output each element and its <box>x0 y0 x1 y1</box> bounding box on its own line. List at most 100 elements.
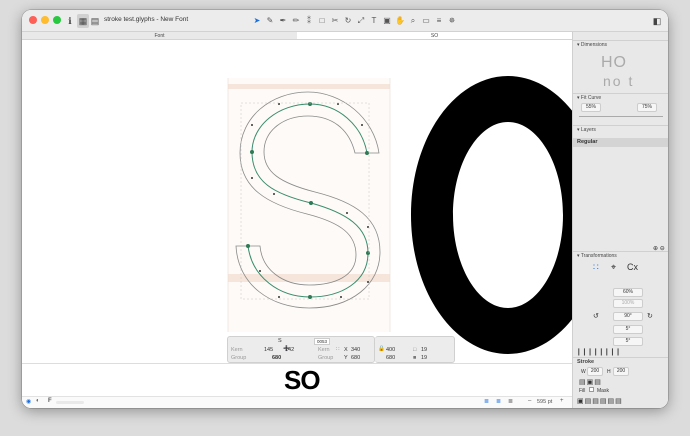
node[interactable] <box>246 244 250 248</box>
zoom-tool-icon[interactable]: ⌕ <box>408 13 418 28</box>
handle[interactable] <box>278 296 280 298</box>
zoom-level[interactable]: 595 pt <box>537 399 552 405</box>
x-field[interactable]: 340 <box>351 347 360 353</box>
y-field[interactable]: 680 <box>351 355 360 361</box>
hand-tool-icon[interactable]: ✋ <box>395 13 405 28</box>
anchor-grid-icon[interactable]: ∷ <box>336 347 340 353</box>
handle[interactable] <box>251 177 253 179</box>
plugin-tool-icon[interactable]: ✵ <box>447 13 457 28</box>
align-center-icon[interactable]: ≣ <box>496 398 501 405</box>
select-tool-icon[interactable]: ➤ <box>252 13 262 28</box>
transformations-section: ▾ Transformations ∷ ⌖ Cx 60% 100% 90° 5°… <box>573 251 668 357</box>
unicode-field[interactable]: 0053 <box>314 338 331 345</box>
transform-origin-icon[interactable]: ∷ <box>593 262 599 273</box>
annotation-tool-icon[interactable]: ≡ <box>434 13 444 28</box>
mask-label[interactable]: Mask <box>597 388 609 394</box>
tab-bar: Font SO <box>22 32 572 40</box>
h-field[interactable]: 680 <box>386 355 395 361</box>
node[interactable] <box>309 201 313 205</box>
close-window-button[interactable] <box>29 16 37 24</box>
rotate-right-icon[interactable]: ↻ <box>647 312 653 320</box>
grid-view-icon[interactable]: ▦ <box>77 14 89 28</box>
pen-tool-icon[interactable]: ✒ <box>278 13 288 28</box>
node[interactable] <box>308 102 312 106</box>
kern-label-right: Kern <box>318 347 330 353</box>
rotate-left-icon[interactable]: ↺ <box>593 312 599 320</box>
node[interactable] <box>250 150 254 154</box>
y-label: Y <box>344 355 348 361</box>
handle[interactable] <box>251 124 253 126</box>
glyph-name-label[interactable]: S <box>278 338 282 344</box>
glyph-info-box-right: 🔒 400 680 □ 19 ■ 19 <box>375 336 455 363</box>
handle[interactable] <box>259 270 261 272</box>
node[interactable] <box>365 151 369 155</box>
status-bar: ◉ ◐ F ≣ ≣ ≣ – 595 pt + <box>22 396 572 408</box>
rotate-tool-icon[interactable]: ↻ <box>343 13 353 28</box>
edit-canvas[interactable] <box>22 40 572 362</box>
handle[interactable] <box>361 124 363 126</box>
handle[interactable] <box>278 103 280 105</box>
align-right-icon[interactable]: ≣ <box>508 398 513 405</box>
align-left-icon[interactable]: ≣ <box>484 398 489 405</box>
sidebar-toggle-icon[interactable]: ◧ <box>652 14 662 28</box>
handle[interactable] <box>367 281 369 283</box>
fit-curve-slider[interactable] <box>579 116 663 117</box>
lock-icon[interactable]: 🔒 <box>378 346 385 352</box>
scale-field-2[interactable]: 100% <box>613 299 643 308</box>
fill-checkbox[interactable] <box>589 387 594 392</box>
contrast-icon[interactable]: ◐ <box>36 398 40 404</box>
zoom-window-button[interactable] <box>53 16 61 24</box>
panel-bottom-buttons[interactable]: ▣▤▤▤▤▤ <box>577 397 623 405</box>
handle[interactable] <box>340 296 342 298</box>
fill-label[interactable]: Fill <box>579 388 585 394</box>
pencil-tool-icon[interactable]: ✏ <box>291 13 301 28</box>
box-field-2[interactable]: 19 <box>421 355 427 361</box>
box-icon-2: ■ <box>413 355 417 361</box>
crosshair-icon[interactable]: ⌖ <box>611 262 616 273</box>
zoom-in-button[interactable]: + <box>560 398 564 404</box>
draw-tool-icon[interactable]: ✎ <box>265 13 275 28</box>
brush-tool-icon[interactable]: ⁑ <box>304 13 314 28</box>
minimize-window-button[interactable] <box>41 16 49 24</box>
box-field-1[interactable]: 19 <box>421 347 427 353</box>
knife-tool-icon[interactable]: ✂ <box>330 13 340 28</box>
cx-icon[interactable]: Cx <box>627 262 638 272</box>
font-label[interactable]: F <box>48 398 52 404</box>
box-icon-1: □ <box>413 347 417 353</box>
image-tool-icon[interactable]: ▣ <box>382 13 392 28</box>
text-tool-icon[interactable]: T <box>369 13 379 28</box>
slant-field-2[interactable]: 5° <box>613 337 643 346</box>
scale-field[interactable]: 60% <box>613 288 643 297</box>
fit-curve-right-field[interactable]: 75% <box>637 103 657 112</box>
tab-so[interactable]: SO <box>297 32 572 39</box>
toolbar-tools: ➤ ✎ ✒ ✏ ⁑ □ ✂ ↻ ⤢ T ▣ ✋ ⌕ ▭ ≡ ✵ <box>252 13 457 28</box>
stroke-width-field[interactable]: 200 <box>587 367 603 376</box>
handle[interactable] <box>337 103 339 105</box>
fit-curve-left-field[interactable]: 55% <box>581 103 601 112</box>
layer-row-regular[interactable]: Regular <box>573 138 668 147</box>
width-field[interactable]: 680 <box>272 355 281 361</box>
rectangle-tool-icon[interactable]: □ <box>317 13 327 28</box>
w-field[interactable]: 400 <box>386 347 395 353</box>
preview-size-slider[interactable] <box>56 401 84 404</box>
scale-tool-icon[interactable]: ⤢ <box>356 13 366 28</box>
stroke-height-field[interactable]: 200 <box>613 367 629 376</box>
rsb-field[interactable]: 142 <box>285 347 294 353</box>
slant-field[interactable]: 5° <box>613 325 643 334</box>
list-view-icon[interactable]: ▤ <box>90 14 100 28</box>
handle[interactable] <box>346 212 348 214</box>
handle[interactable] <box>367 226 369 228</box>
rotate-field[interactable]: 90° <box>613 312 643 321</box>
measure-tool-icon[interactable]: ▭ <box>421 13 431 28</box>
preview-area: SO <box>22 363 572 396</box>
node[interactable] <box>366 251 370 255</box>
lsb-field[interactable]: 145 <box>264 347 273 353</box>
handle[interactable] <box>273 193 275 195</box>
eye-icon[interactable]: ◉ <box>26 398 31 405</box>
node[interactable] <box>308 295 312 299</box>
align-buttons-row[interactable]: ┃┃┃┃┃┃┃┃ <box>577 349 622 356</box>
zoom-out-button[interactable]: – <box>528 398 531 404</box>
info-icon[interactable]: ℹ <box>66 14 74 28</box>
stroke-position-buttons[interactable]: ▤▣▤ <box>579 378 602 386</box>
tab-font[interactable]: Font <box>22 32 297 39</box>
